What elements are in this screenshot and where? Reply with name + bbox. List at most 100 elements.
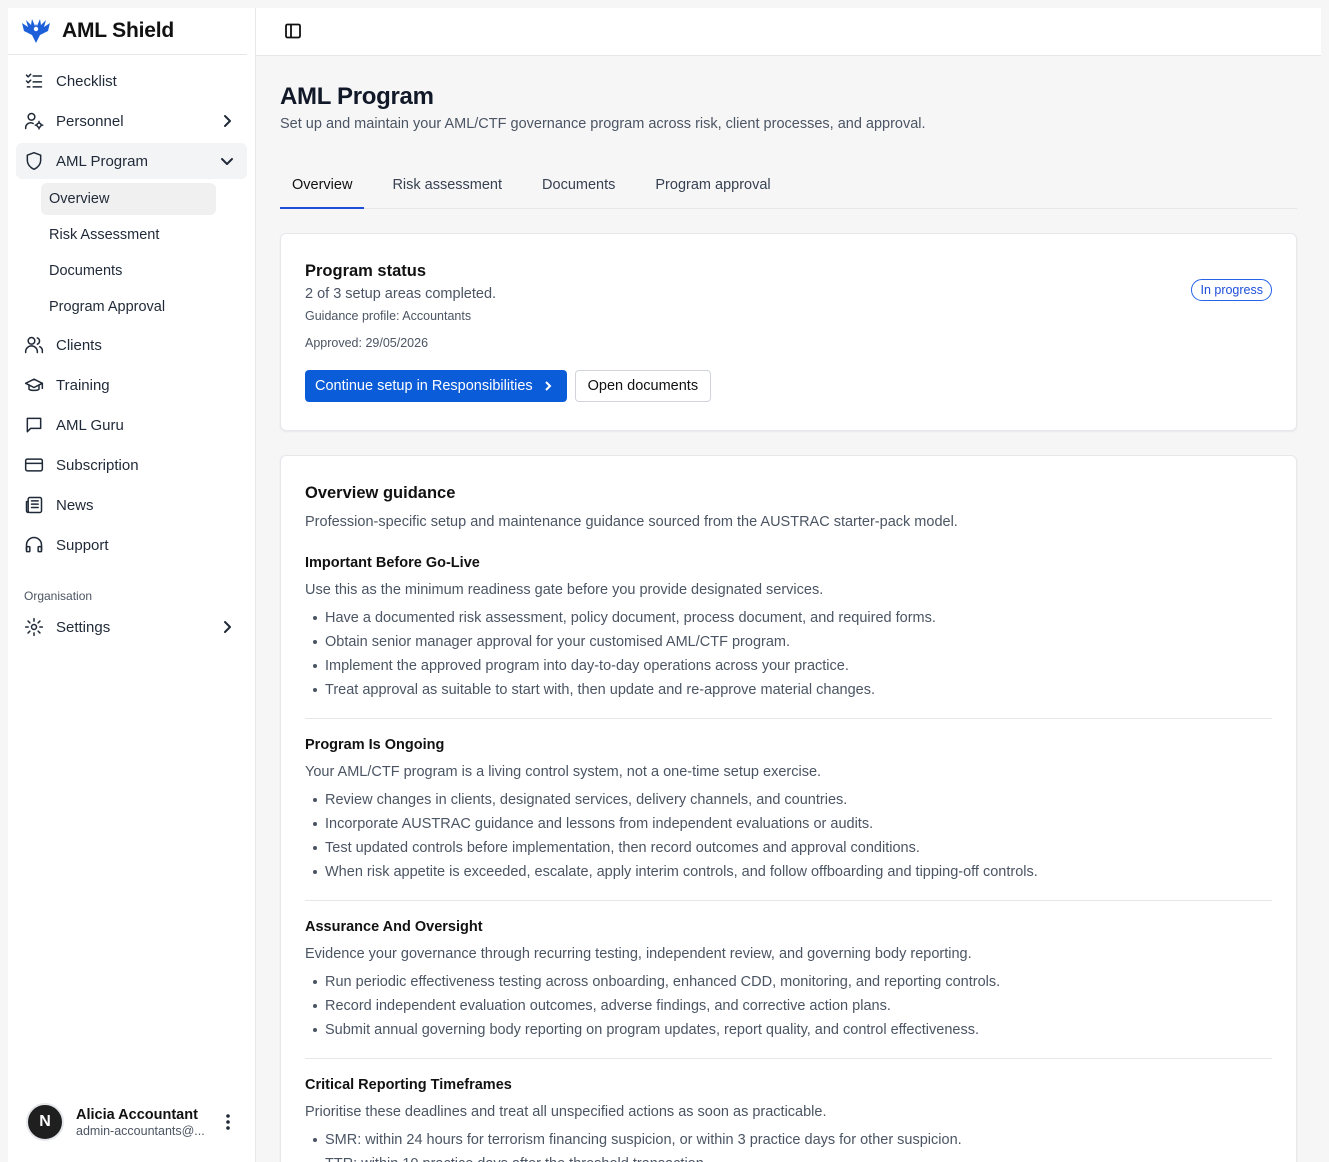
bullet-item: SMR: within 24 hours for terrorism finan… bbox=[305, 1128, 1272, 1152]
bullet-item: Obtain senior manager approval for your … bbox=[305, 630, 1272, 654]
bullet-item: Review changes in clients, designated se… bbox=[305, 788, 1272, 812]
subnav-item-documents[interactable]: Documents bbox=[41, 255, 216, 287]
guidance-section: Program Is Ongoing Your AML/CTF program … bbox=[305, 718, 1272, 884]
topbar bbox=[256, 8, 1321, 56]
tab-overview[interactable]: Overview bbox=[280, 162, 365, 209]
chat-bubble-icon bbox=[24, 415, 44, 435]
user-gear-icon bbox=[24, 111, 44, 131]
section-title: Important Before Go-Live bbox=[305, 555, 480, 571]
aml-program-subnav: Overview Risk Assessment Documents Progr… bbox=[16, 183, 247, 323]
section-label-organisation: Organisation bbox=[24, 589, 93, 603]
sidebar-item-label: Settings bbox=[56, 618, 111, 636]
page-title: AML Program bbox=[280, 83, 434, 110]
section-description: Prioritise these deadlines and treat all… bbox=[305, 1104, 827, 1120]
bullet-item: Record independent evaluation outcomes, … bbox=[305, 994, 1272, 1018]
eagle-logo-icon bbox=[22, 19, 50, 43]
guidance-description: Profession-specific setup and maintenanc… bbox=[305, 514, 958, 530]
sidebar-item-personnel[interactable]: Personnel bbox=[16, 103, 247, 139]
bullet-item: Incorporate AUSTRAC guidance and lessons… bbox=[305, 812, 1272, 836]
chevron-right-icon bbox=[544, 381, 552, 391]
main-content: AML Program Set up and maintain your AML… bbox=[256, 56, 1321, 1162]
user-info: Alicia Accountant admin-accountants@... bbox=[76, 1107, 205, 1138]
sidebar-nav: Checklist Personnel AML Program Overview… bbox=[8, 55, 255, 563]
tab-documents[interactable]: Documents bbox=[530, 162, 627, 208]
sidebar-item-label: News bbox=[56, 496, 94, 514]
sidebar-item-aml-guru[interactable]: AML Guru bbox=[16, 407, 247, 443]
guidance-title: Overview guidance bbox=[305, 484, 456, 502]
bullet-item: TTR: within 10 practice days after the t… bbox=[305, 1152, 1272, 1162]
section-title: Program Is Ongoing bbox=[305, 737, 445, 753]
sidebar-item-clients[interactable]: Clients bbox=[16, 327, 247, 363]
sidebar-item-label: Subscription bbox=[56, 456, 139, 474]
guidance-section: Critical Reporting Timeframes Prioritise… bbox=[305, 1058, 1272, 1162]
user-menu[interactable]: N Alicia Accountant admin-accountants@..… bbox=[16, 1094, 248, 1150]
section-title: Assurance And Oversight bbox=[305, 919, 483, 935]
guidance-profile: Guidance profile: Accountants bbox=[305, 309, 472, 323]
page-subtitle: Set up and maintain your AML/CTF governa… bbox=[280, 116, 926, 132]
bullet-item: Have a documented risk assessment, polic… bbox=[305, 606, 1272, 630]
user-email: admin-accountants@... bbox=[76, 1123, 205, 1138]
bullet-item: Submit annual governing body reporting o… bbox=[305, 1018, 1272, 1042]
brand-name: AML Shield bbox=[62, 19, 174, 42]
section-bullets: Have a documented risk assessment, polic… bbox=[305, 606, 1272, 702]
subnav-item-overview[interactable]: Overview bbox=[41, 183, 216, 215]
continue-setup-button[interactable]: Continue setup in Responsibilities bbox=[305, 370, 567, 402]
approved-date: Approved: 29/05/2026 bbox=[305, 336, 429, 350]
org-nav: Settings bbox=[8, 609, 255, 645]
status-actions: Continue setup in Responsibilities Open … bbox=[305, 370, 1272, 402]
bullet-item: Implement the approved program into day-… bbox=[305, 654, 1272, 678]
chevron-right-icon bbox=[219, 619, 235, 635]
section-description: Evidence your governance through recurri… bbox=[305, 946, 972, 962]
sidebar-item-label: AML Guru bbox=[56, 416, 124, 434]
sidebar-toggle-icon[interactable] bbox=[284, 22, 304, 42]
status-badge: In progress bbox=[1191, 279, 1272, 301]
overview-guidance-card: Overview guidance Profession-specific se… bbox=[280, 455, 1297, 1162]
sidebar-item-label: Personnel bbox=[56, 112, 124, 130]
sidebar-item-support[interactable]: Support bbox=[16, 527, 247, 563]
shield-icon bbox=[24, 151, 44, 171]
bullet-item: Run periodic effectiveness testing acros… bbox=[305, 970, 1272, 994]
users-icon bbox=[24, 335, 44, 355]
avatar: N bbox=[26, 1103, 64, 1141]
program-status-card: Program status 2 of 3 setup areas comple… bbox=[280, 233, 1297, 431]
chevron-down-icon bbox=[219, 153, 235, 169]
sidebar-item-aml-program[interactable]: AML Program bbox=[16, 143, 247, 179]
tab-risk-assessment[interactable]: Risk assessment bbox=[380, 162, 514, 208]
open-documents-button[interactable]: Open documents bbox=[574, 370, 712, 402]
sidebar-item-news[interactable]: News bbox=[16, 487, 247, 523]
tab-bar: Overview Risk assessment Documents Progr… bbox=[280, 162, 1297, 209]
sidebar-item-label: Support bbox=[56, 536, 109, 554]
section-title: Critical Reporting Timeframes bbox=[305, 1077, 512, 1093]
credit-card-icon bbox=[24, 455, 44, 475]
status-title: Program status bbox=[305, 262, 427, 280]
bullet-item: When risk appetite is exceeded, escalate… bbox=[305, 860, 1272, 884]
brand[interactable]: AML Shield bbox=[8, 8, 247, 55]
sidebar-item-training[interactable]: Training bbox=[16, 367, 247, 403]
sidebar-item-label: Clients bbox=[56, 336, 102, 354]
checklist-icon bbox=[24, 71, 44, 91]
guidance-section: Assurance And Oversight Evidence your go… bbox=[305, 900, 1272, 1042]
sidebar-item-checklist[interactable]: Checklist bbox=[16, 63, 247, 99]
sidebar-item-label: Checklist bbox=[56, 72, 117, 90]
headset-icon bbox=[24, 535, 44, 555]
section-bullets: Review changes in clients, designated se… bbox=[305, 788, 1272, 884]
bullet-item: Test updated controls before implementat… bbox=[305, 836, 1272, 860]
subnav-item-risk-assessment[interactable]: Risk Assessment bbox=[41, 219, 216, 251]
status-summary: 2 of 3 setup areas completed. bbox=[305, 286, 497, 302]
more-vertical-icon[interactable] bbox=[218, 1112, 238, 1132]
gear-icon bbox=[24, 617, 44, 637]
user-name: Alicia Accountant bbox=[76, 1106, 198, 1123]
sidebar: AML Shield Checklist Personnel AML Progr… bbox=[8, 8, 256, 1162]
section-bullets: SMR: within 24 hours for terrorism finan… bbox=[305, 1128, 1272, 1162]
subnav-item-program-approval[interactable]: Program Approval bbox=[41, 291, 216, 323]
sidebar-item-settings[interactable]: Settings bbox=[16, 609, 247, 645]
sidebar-item-label: AML Program bbox=[56, 152, 148, 170]
section-description: Use this as the minimum readiness gate b… bbox=[305, 582, 824, 598]
sidebar-item-label: Training bbox=[56, 376, 110, 394]
section-description: Your AML/CTF program is a living control… bbox=[305, 764, 822, 780]
section-bullets: Run periodic effectiveness testing acros… bbox=[305, 970, 1272, 1042]
bullet-item: Treat approval as suitable to start with… bbox=[305, 678, 1272, 702]
guidance-section: Important Before Go-Live Use this as the… bbox=[305, 530, 1272, 702]
sidebar-item-subscription[interactable]: Subscription bbox=[16, 447, 247, 483]
tab-program-approval[interactable]: Program approval bbox=[643, 162, 782, 208]
